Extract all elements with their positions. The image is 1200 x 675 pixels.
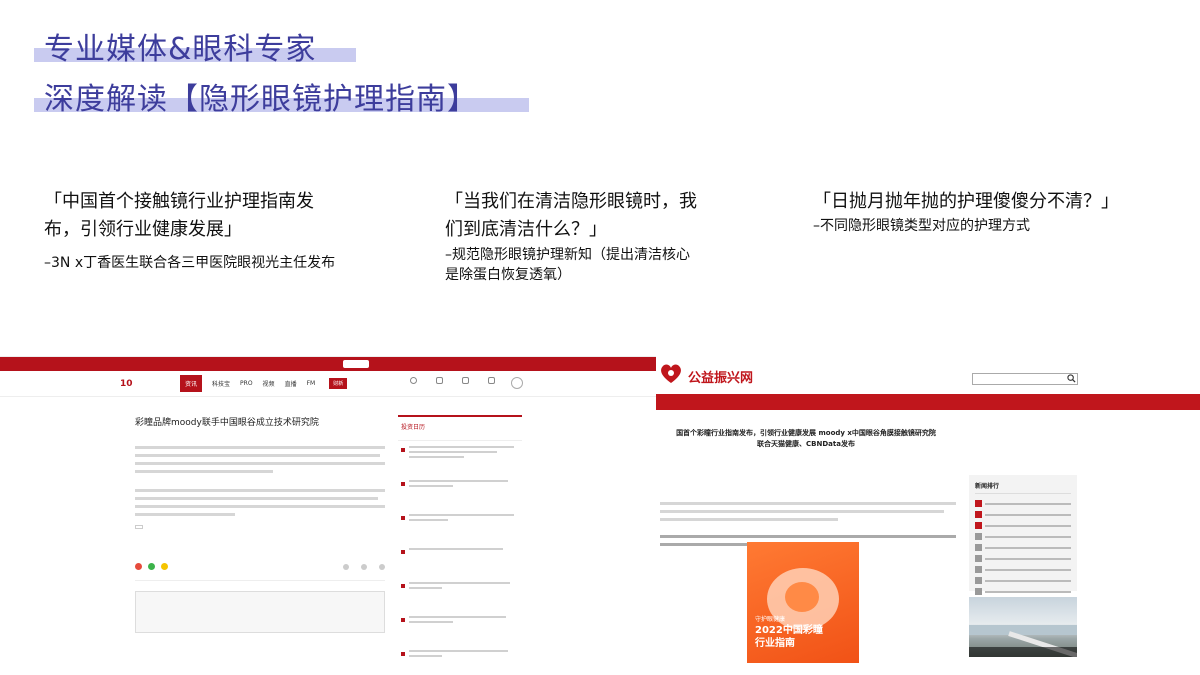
heart-logo-icon[interactable] (659, 362, 683, 384)
ranking-item[interactable] (975, 554, 1071, 563)
article-title: 彩瞳品牌moody联手中国眼谷成立技术研究院 (135, 418, 319, 428)
news-article: 彩瞳品牌moody联手中国眼谷成立技术研究院 (135, 415, 385, 633)
report-title: 2022中国彩瞳 行业指南 (755, 624, 823, 650)
report-cover-image: 守护眼健康 2022中国彩瞳 行业指南 (747, 542, 859, 675)
point-2-quote-line-1: 「当我们在清洁隐形眼镜时，我 (445, 191, 697, 212)
article-tag[interactable] (135, 525, 143, 529)
comment-icon[interactable] (361, 563, 367, 570)
ranking-item[interactable] (975, 587, 1071, 596)
ranking-item[interactable] (975, 576, 1071, 585)
nav-cta-button[interactable]: 财新 (329, 378, 348, 389)
share-row (135, 563, 385, 581)
point-2-quote-line-2: 们到底清洁什么？」 (445, 219, 607, 240)
ranking-item[interactable] (975, 543, 1071, 552)
news-header-icons (407, 376, 524, 391)
news-sidebar: 投资日历 (398, 415, 522, 675)
sidebar-title: 投资日历 (401, 424, 426, 431)
list-item[interactable] (398, 509, 522, 543)
list-item[interactable] (398, 475, 522, 509)
list-item[interactable] (398, 441, 522, 475)
report-subtitle: 守护眼健康 (755, 616, 786, 623)
news-search-box[interactable] (343, 360, 369, 368)
qzone-icon[interactable] (161, 563, 168, 570)
nav-item-news[interactable]: 资讯 (180, 375, 203, 392)
headline-line-2: 联合天猫健康、CBNData发布 (757, 440, 855, 448)
document-icon[interactable] (433, 376, 445, 391)
photo-caption (969, 647, 1077, 657)
list-item[interactable] (398, 543, 522, 577)
sidebar-header: 投资日历 (398, 417, 522, 434)
nav-item-fm[interactable]: FM (307, 380, 316, 387)
point-2-sub-line-1: –规范隐形眼镜护理新知（提出清洁核心 (445, 247, 690, 263)
ranking-item[interactable] (975, 499, 1071, 508)
nav-item-tech[interactable]: 科技宝 (212, 379, 230, 388)
welfare-article-headline: 国首个彩瞳行业指南发布，引领行业健康发展 moody x中国眼谷角膜接触镜研究院… (656, 428, 956, 450)
point-1-sub: –3N x丁香医生联合各三甲医院眼视光主任发布 (44, 255, 336, 271)
ranking-title: 新闻排行 (975, 481, 1071, 494)
news-top-bar (0, 357, 656, 371)
ranking-item[interactable] (975, 532, 1071, 541)
list-item[interactable] (398, 645, 522, 675)
weibo-icon[interactable] (135, 563, 142, 570)
welfare-logo-text[interactable]: 公益振兴网 (688, 367, 753, 386)
news-logo-text: 10 (120, 378, 133, 389)
point-3-sub: –不同隐形眼镜类型对应的护理方式 (813, 218, 1030, 234)
ranking-item[interactable] (975, 565, 1071, 574)
article-body (135, 446, 385, 516)
welfare-header: 公益振兴网 (656, 356, 1200, 394)
nav-item-live[interactable]: 直播 (285, 379, 297, 388)
point-1-quote-line-2: 布，引领行业健康发展」 (44, 219, 242, 240)
point-2-quote: 「当我们在清洁隐形眼镜时，我 们到底清洁什么？」 (445, 188, 697, 244)
bell-icon[interactable] (459, 376, 471, 391)
ranking-item[interactable] (975, 510, 1071, 519)
avatar[interactable] (511, 376, 524, 389)
headline-line-1: 国首个彩瞳行业指南发布，引领行业健康发展 moody x中国眼谷角膜接触镜研究院 (676, 429, 936, 437)
slide-title-line-1: 专业媒体&眼科专家 (44, 32, 317, 67)
comment-input[interactable] (135, 591, 385, 633)
search-icon[interactable] (1067, 374, 1076, 383)
wechat-icon[interactable] (148, 563, 155, 570)
point-3-quote: 「日抛月抛年抛的护理傻傻分不清？」 (813, 191, 1119, 212)
point-2-sub: –规范隐形眼镜护理新知（提出清洁核心 是除蛋白恢复透氧） (445, 245, 690, 285)
nav-item-video[interactable]: 视频 (263, 379, 275, 388)
news-site-screenshot: 10 资讯 科技宝 PRO 视频 直播 FM 财新 彩瞳品牌moody联手中国眼… (0, 356, 656, 675)
favorite-icon[interactable] (379, 563, 385, 570)
nav-item-pro[interactable]: PRO (240, 380, 253, 387)
point-2-sub-line-2: 是除蛋白恢复透氧） (445, 267, 571, 283)
point-1-quote: 「中国首个接触镜行业护理指南发 布，引领行业健康发展」 (44, 188, 314, 244)
report-title-line-2: 行业指南 (755, 638, 795, 649)
search-icon[interactable] (407, 376, 419, 391)
news-ranking: 新闻排行 (969, 475, 1077, 595)
breadcrumb (656, 410, 1200, 428)
welfare-nav (656, 394, 1200, 410)
like-icon[interactable] (343, 563, 349, 570)
sidebar-tabs (398, 434, 522, 441)
list-item[interactable] (398, 611, 522, 645)
point-1-quote-line-1: 「中国首个接触镜行业护理指南发 (44, 191, 314, 212)
slide-title-line-2: 深度解读【隐形眼镜护理指南】 (44, 82, 478, 117)
bridge-photo[interactable] (969, 597, 1077, 657)
welfare-search-input[interactable] (972, 373, 1078, 385)
news-nav: 10 资讯 科技宝 PRO 视频 直播 FM 财新 (0, 371, 656, 397)
list-item[interactable] (398, 577, 522, 611)
report-footer (747, 663, 859, 675)
welfare-site-screenshot: 公益振兴网 国首个彩瞳行业指南发布，引领行业健康发展 moody x中国眼谷角膜… (656, 356, 1200, 675)
news-logo[interactable]: 10 (120, 379, 180, 389)
report-title-line-1: 2022中国彩瞳 (755, 625, 823, 636)
app-icon[interactable] (485, 376, 497, 391)
ranking-item[interactable] (975, 521, 1071, 530)
